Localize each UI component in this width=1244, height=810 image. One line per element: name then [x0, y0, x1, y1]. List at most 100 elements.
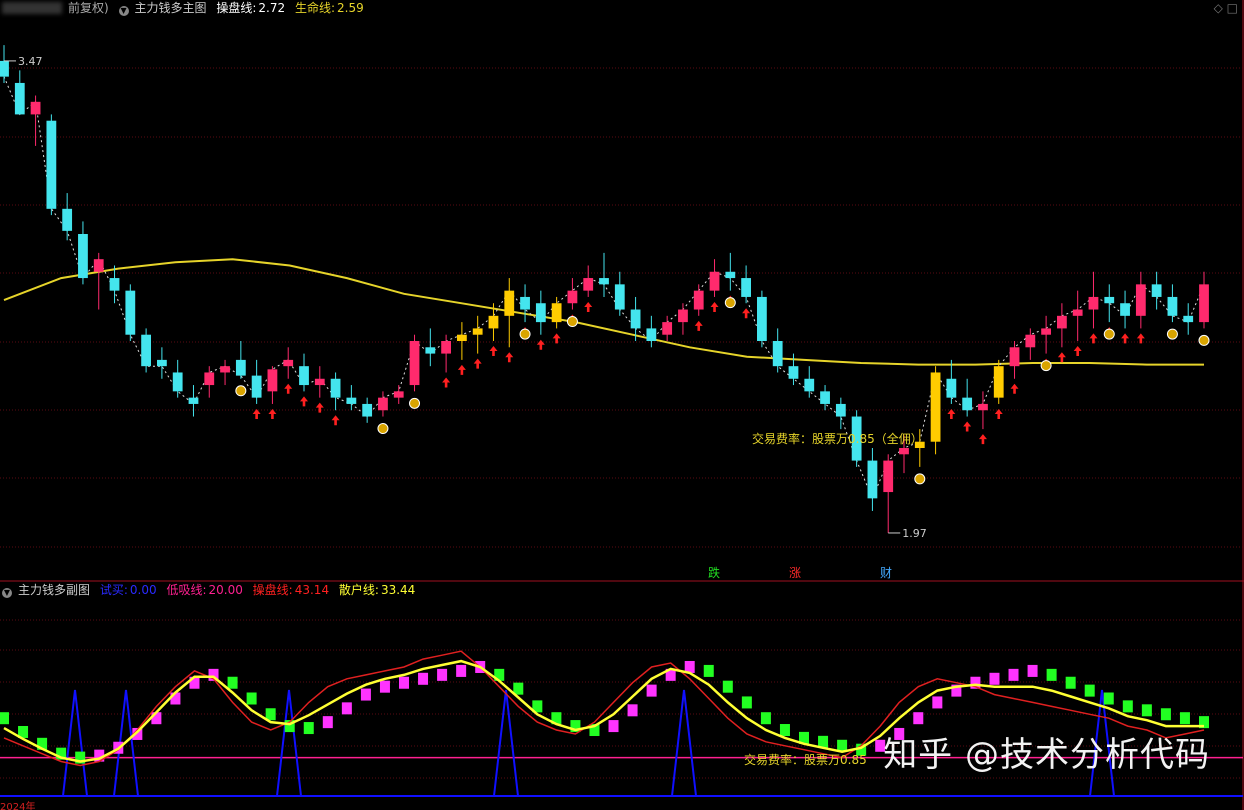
candle-body [883, 460, 894, 493]
watermark: 知乎 @技术分析代码 [883, 735, 1210, 775]
candle-body [314, 378, 325, 386]
trend-block [627, 704, 638, 717]
sub-low-label: 低吸线: [166, 583, 207, 597]
candle-body [46, 120, 57, 209]
buy-spike [62, 689, 88, 797]
candle-body [488, 315, 499, 329]
trend-block [608, 720, 619, 733]
x-axis-year-label: 2024年 [0, 800, 35, 810]
window-controls[interactable]: ◇ □ [1214, 1, 1238, 15]
buy-spike [671, 689, 697, 797]
sub-buy-value: 0.00 [129, 583, 157, 597]
candle-body [1025, 334, 1036, 348]
money-bag-icon [1103, 328, 1115, 340]
candle-body [0, 60, 9, 77]
money-bag-icon [409, 397, 421, 409]
buy-arrow-icon [284, 383, 293, 394]
money-bag-icon [914, 473, 926, 485]
candle-body [441, 341, 451, 354]
indicator-toggle-icon[interactable]: ▼ [118, 6, 129, 16]
trend-block [722, 680, 733, 693]
main-indicator-name[interactable]: 主力钱多主图 [135, 1, 207, 15]
sub-op-label: 操盘线: [252, 583, 293, 597]
candle-body [820, 391, 830, 404]
candle-body [899, 448, 909, 455]
candle-body [1088, 296, 1099, 310]
trend-block [1160, 708, 1171, 721]
diamond-icon[interactable]: ◇ [1214, 1, 1223, 15]
trend-block [1141, 704, 1152, 717]
trend-block [399, 676, 409, 689]
trend-block [932, 696, 943, 709]
trend-block [646, 684, 657, 697]
money-bag-icon [566, 316, 578, 328]
buy-arrow-icon [694, 320, 703, 331]
buy-arrow-icon [457, 364, 466, 375]
trend-block [1084, 684, 1095, 697]
buy-arrow-icon [742, 308, 751, 319]
low-price-label: 1.97 [902, 527, 927, 540]
main-chart-header: 前复权) ▼ 主力钱多主图 操盘线: 2.72 生命线: 2.59 [0, 0, 370, 16]
candle-body [1167, 296, 1178, 316]
candle-body [362, 403, 373, 417]
candle-body [678, 309, 688, 323]
buy-arrow-icon [1089, 333, 1098, 344]
buy-arrow-icon [331, 415, 340, 426]
buy-arrow-icon [505, 352, 514, 363]
money-bag-icon [519, 328, 531, 340]
candle-body [1041, 328, 1051, 335]
signal-fall-label: 跌 [708, 565, 720, 580]
candle-body [330, 378, 341, 398]
candle-body [1057, 315, 1067, 329]
trend-block [341, 702, 352, 715]
trend-block [0, 712, 9, 725]
trend-block [913, 712, 924, 725]
sub-retail-label: 散户线: [338, 583, 379, 597]
money-bag-icon [235, 385, 247, 397]
money-bag-icon [1198, 334, 1210, 346]
candle-body [393, 391, 404, 398]
candle-body [583, 278, 594, 291]
candle-body [662, 322, 673, 335]
buy-arrow-icon [473, 358, 482, 369]
candle-body [1183, 315, 1194, 323]
sub-indicator-toggle-icon[interactable]: ▼ [2, 588, 12, 598]
candle-body [267, 369, 278, 392]
candle-body [835, 403, 846, 417]
sub-indicator-name[interactable]: 主力钱多副图 [18, 583, 90, 597]
candle-body [378, 397, 388, 411]
candle-body [725, 271, 736, 279]
candle-body [204, 372, 215, 386]
candle-body [693, 290, 704, 310]
candle-body [946, 378, 957, 398]
buy-spike [276, 689, 302, 797]
buy-arrow-icon [489, 346, 498, 356]
main-line2-value: 2.59 [337, 1, 364, 15]
sub-fee-rate-text: 交易费率：股票万0.85 [744, 752, 867, 767]
candle-body [1135, 284, 1146, 316]
buy-spike [493, 689, 519, 797]
close-icon[interactable]: □ [1227, 1, 1238, 15]
buy-arrow-icon [710, 301, 719, 312]
buy-arrow-icon [268, 408, 277, 419]
buy-arrow-icon [963, 421, 972, 432]
candle-body [867, 460, 878, 499]
sub-op-value: 43.14 [294, 583, 330, 597]
candle-body [457, 334, 467, 341]
candle-body [1072, 309, 1083, 316]
trend-block [418, 672, 429, 685]
trend-block [741, 696, 752, 709]
candle-body [757, 296, 767, 341]
candle-body [251, 375, 262, 398]
trend-block [760, 712, 771, 725]
candle-body [78, 234, 88, 279]
candle-body [346, 397, 357, 404]
candle-body [1199, 284, 1209, 323]
trend-block [303, 722, 314, 735]
trend-block [989, 672, 1000, 685]
candle-body [599, 278, 609, 285]
trend-block [246, 692, 257, 705]
candle-body [630, 309, 641, 329]
candle-body [283, 359, 294, 367]
trend-block [360, 688, 371, 701]
